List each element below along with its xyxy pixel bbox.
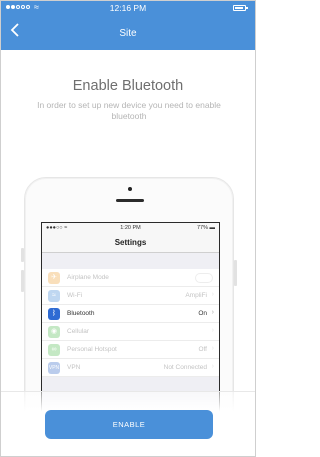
enable-button[interactable]: ENABLE bbox=[45, 410, 213, 439]
enable-bluetooth-heading: Enable Bluetooth bbox=[72, 78, 184, 94]
page-title: Site bbox=[119, 28, 137, 39]
settings-title: Settings bbox=[42, 233, 219, 253]
settings-row-label: VPN bbox=[67, 364, 81, 371]
settings-status-battery: 77% ▬ bbox=[196, 225, 215, 231]
settings-status-time: 1:20 PM bbox=[120, 225, 141, 231]
settings-row-airplane-mode: ✈ Airplane Mode bbox=[42, 269, 219, 287]
chevron-right-icon: › bbox=[211, 327, 214, 334]
battery-icon bbox=[233, 5, 248, 11]
settings-row-label: Cellular bbox=[67, 328, 90, 335]
chevron-right-icon: › bbox=[211, 345, 214, 352]
speaker-icon bbox=[116, 199, 144, 202]
chevron-right-icon: › bbox=[211, 291, 214, 298]
settings-row-label: Bluetooth bbox=[67, 310, 95, 317]
chevron-right-icon: › bbox=[211, 309, 214, 316]
vpn-icon: VPN bbox=[48, 362, 60, 374]
chevron-right-icon: › bbox=[211, 363, 214, 370]
status-bar: ≈ 12:16 PM bbox=[1, 1, 255, 15]
status-time: 12:16 PM bbox=[109, 3, 147, 13]
settings-row-label: Wi-Fi bbox=[67, 292, 83, 299]
settings-row-personal-hotspot: ∞ Personal Hotspot Off › bbox=[42, 341, 219, 359]
camera-icon bbox=[128, 187, 132, 191]
airplane-toggle bbox=[195, 273, 213, 283]
enable-bluetooth-subtitle: In order to set up new device you need t… bbox=[37, 100, 221, 121]
app-header: ≈ 12:16 PM Site bbox=[1, 1, 255, 50]
cellular-icon: ◉ bbox=[48, 326, 60, 338]
hotspot-icon: ∞ bbox=[48, 344, 60, 356]
settings-row-label: Personal Hotspot bbox=[67, 346, 117, 353]
settings-status-bar: ●●●○○ ≈ 1:20 PM 77% ▬ bbox=[42, 223, 219, 233]
settings-row-label: Airplane Mode bbox=[67, 274, 109, 281]
settings-row-bluetooth: ᛒ Bluetooth On › bbox=[42, 305, 219, 323]
settings-row-value: Off bbox=[198, 346, 207, 353]
wifi-icon: ≈ bbox=[48, 290, 60, 302]
bluetooth-icon: ᛒ bbox=[48, 308, 60, 320]
airplane-icon: ✈ bbox=[48, 272, 60, 284]
settings-row-cellular: ◉ Cellular › bbox=[42, 323, 219, 341]
screen-frame: ≈ 12:16 PM Site Enable Bluetooth In orde… bbox=[0, 0, 256, 457]
settings-row-vpn: VPN VPN Not Connected › bbox=[42, 359, 219, 377]
settings-row-value: AmpliFi bbox=[185, 292, 207, 299]
settings-row-value: On bbox=[198, 310, 207, 317]
settings-row-wifi: ≈ Wi-Fi AmpliFi › bbox=[42, 287, 219, 305]
settings-row-value: Not Connected bbox=[163, 364, 207, 371]
